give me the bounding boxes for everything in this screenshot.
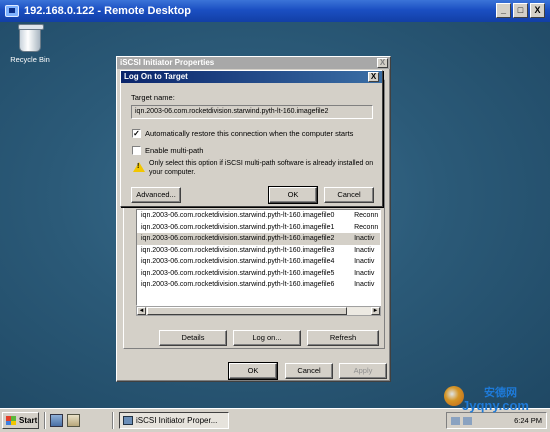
target-status-cell: Inactiv — [354, 258, 375, 265]
target-name-field[interactable]: iqn.2003-06.com.rocketdivision.starwind.… — [131, 105, 373, 119]
logon-cancel-button[interactable]: Cancel — [324, 187, 374, 203]
target-status-cell: Reconn — [354, 212, 379, 219]
target-list-row[interactable]: iqn.2003-06.com.rocketdivision.starwind.… — [137, 256, 380, 268]
target-status-cell: Inactiv — [354, 235, 375, 242]
logon-close-button[interactable]: X — [368, 72, 379, 82]
logon-ok-button[interactable]: OK — [268, 186, 318, 204]
multipath-warning-text: Only select this option if iSCSI multi-p… — [149, 160, 374, 176]
taskbar-separator — [44, 412, 46, 429]
target-name-cell: iqn.2003-06.com.rocketdivision.starwind.… — [141, 281, 335, 288]
log-on-button[interactable]: Log on... — [233, 330, 301, 346]
auto-restore-label: Automatically restore this connection wh… — [145, 129, 354, 138]
target-list-horizontal-scrollbar[interactable]: ◄ ► — [136, 306, 381, 316]
watermark-logo-icon — [444, 386, 464, 406]
target-name-cell: iqn.2003-06.com.rocketdivision.starwind.… — [141, 258, 335, 265]
windows-logo-icon — [6, 416, 16, 425]
logon-dialog-title: Log On to Target — [124, 72, 188, 81]
iscsi-apply-button[interactable]: Apply — [339, 363, 387, 379]
minimize-button[interactable]: _ — [496, 3, 511, 18]
window-controls: _ □ X — [496, 3, 545, 18]
target-status-cell: Inactiv — [354, 246, 375, 254]
warning-icon: ! — [133, 162, 145, 172]
maximize-button[interactable]: □ — [513, 3, 528, 18]
start-button[interactable]: Start — [2, 412, 39, 429]
close-button[interactable]: X — [530, 3, 545, 18]
remote-desktop-icon — [5, 5, 19, 17]
server-manager-icon[interactable] — [67, 414, 80, 427]
target-list-row[interactable]: iqn.2003-06.com.rocketdivision.starwind.… — [137, 245, 380, 257]
scroll-right-arrow-icon[interactable]: ► — [371, 307, 380, 315]
recycle-bin-label: Recycle Bin — [10, 55, 50, 64]
target-name-cell: iqn.2003-06.com.rocketdivision.starwind.… — [141, 269, 335, 277]
auto-restore-checkbox[interactable]: ✓ — [132, 129, 141, 138]
target-status-cell: Reconn — [354, 223, 379, 231]
log-on-to-target-dialog: Log On to Target X Target name: iqn.2003… — [120, 70, 383, 207]
iscsi-ok-button[interactable]: OK — [228, 362, 278, 380]
details-button[interactable]: Details — [159, 330, 227, 346]
target-status-cell: Inactiv — [354, 281, 375, 288]
target-list[interactable]: iqn.2003-06.com.rocketdivision.starwind.… — [136, 209, 381, 306]
target-list-row[interactable]: iqn.2003-06.com.rocketdivision.starwind.… — [137, 279, 380, 291]
iscsi-dialog-title: iSCSI Initiator Properties — [120, 58, 215, 67]
target-name-label: Target name: — [131, 93, 175, 102]
iscsi-dialog-titlebar[interactable]: iSCSI Initiator Properties X — [117, 57, 390, 69]
target-list-row[interactable]: iqn.2003-06.com.rocketdivision.starwind.… — [137, 222, 380, 234]
target-name-cell: iqn.2003-06.com.rocketdivision.starwind.… — [141, 223, 335, 231]
taskbar-separator — [112, 412, 114, 429]
target-list-row[interactable]: iqn.2003-06.com.rocketdivision.starwind.… — [137, 233, 380, 245]
scroll-left-arrow-icon[interactable]: ◄ — [137, 307, 146, 315]
advanced-button[interactable]: Advanced... — [131, 187, 181, 203]
remote-desktop-titlebar[interactable]: 192.168.0.122 - Remote Desktop _ □ X — [0, 0, 550, 22]
site-watermark: 安德网 Jyqny.com — [444, 384, 548, 428]
multipath-checkbox[interactable] — [132, 146, 141, 155]
scroll-thumb[interactable] — [147, 307, 347, 315]
recycle-bin-shortcut[interactable]: Recycle Bin — [6, 24, 54, 64]
window-title: 192.168.0.122 - Remote Desktop — [24, 5, 191, 17]
target-list-row[interactable]: iqn.2003-06.com.rocketdivision.starwind.… — [137, 210, 380, 222]
iscsi-close-button[interactable]: X — [377, 58, 388, 68]
target-name-cell: iqn.2003-06.com.rocketdivision.starwind.… — [141, 235, 335, 242]
show-desktop-icon[interactable] — [50, 414, 63, 427]
target-name-cell: iqn.2003-06.com.rocketdivision.starwind.… — [141, 212, 335, 219]
logon-dialog-titlebar[interactable]: Log On to Target X — [121, 71, 382, 83]
recycle-bin-icon — [18, 24, 44, 52]
target-list-row[interactable]: iqn.2003-06.com.rocketdivision.starwind.… — [137, 268, 380, 280]
target-name-cell: iqn.2003-06.com.rocketdivision.starwind.… — [141, 246, 335, 254]
iscsi-cancel-button[interactable]: Cancel — [285, 363, 333, 379]
checkmark-icon: ✓ — [133, 129, 140, 138]
multipath-label: Enable multi-path — [145, 146, 204, 155]
target-status-cell: Inactiv — [354, 269, 375, 277]
taskbar-item-iscsi[interactable]: iSCSI Initiator Proper... — [119, 412, 229, 429]
refresh-button[interactable]: Refresh — [307, 330, 379, 346]
iscsi-app-icon — [123, 416, 133, 425]
